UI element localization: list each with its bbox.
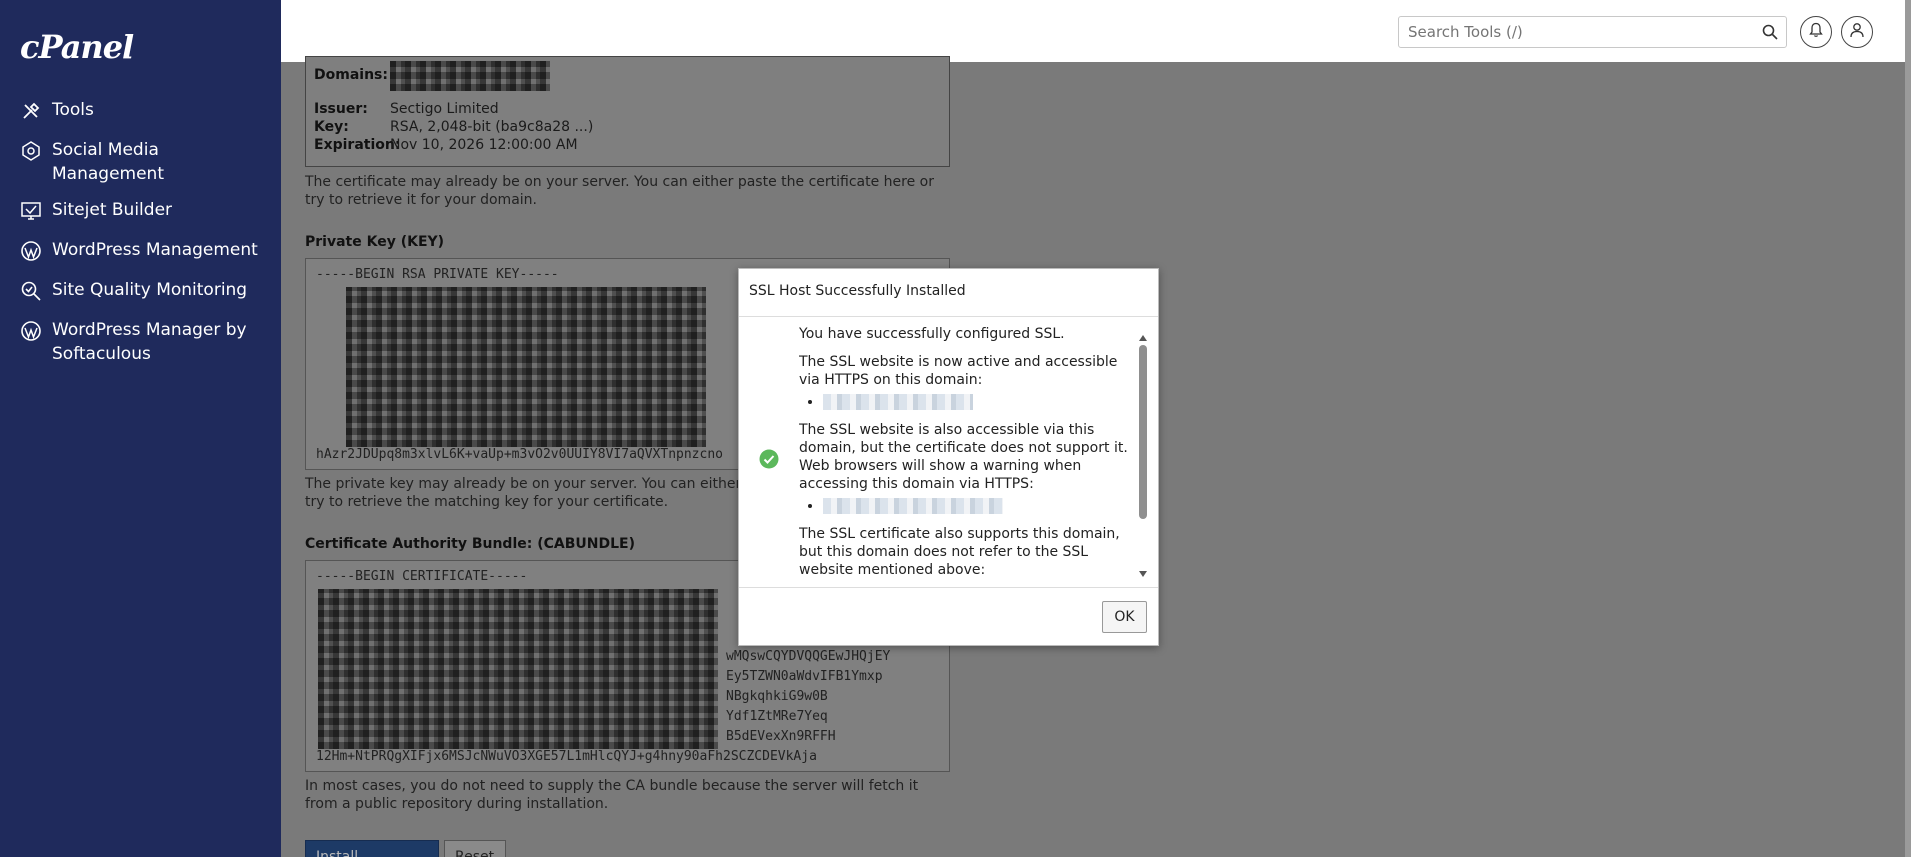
- ca-bundle-fragment: wMQswCQYDVQQGEwJHQjEY: [726, 649, 891, 664]
- sidebar-item-label: WordPress Management: [52, 240, 258, 260]
- site-quality-icon: [18, 278, 44, 304]
- cpanel-logo[interactable]: cPanel: [20, 28, 134, 66]
- ca-bundle-visible-line: 12Hm+NtPRQgXIFjx6MSJcNWuVO3XGE57L1mHlcQY…: [316, 749, 817, 764]
- success-check-icon: [759, 449, 779, 473]
- redacted-domains: [390, 61, 550, 91]
- divider: [739, 587, 1158, 588]
- redacted-domain: [823, 498, 1003, 514]
- ca-bundle-fragment: B5dEVexXn9RFFH: [726, 729, 836, 744]
- sidebar-item-label: Sitejet Builder: [52, 200, 173, 220]
- wordpress-icon: [18, 238, 44, 264]
- expiration-label: Expiration:: [314, 137, 401, 153]
- sidebar-item-social-media[interactable]: Social Media Management: [0, 132, 281, 192]
- search-icon[interactable]: [1762, 24, 1778, 44]
- bell-icon: [1809, 22, 1823, 42]
- issuer-label: Issuer:: [314, 101, 368, 117]
- redacted-domain-item: [823, 393, 1129, 411]
- sidebar-item-label: Social Media Management: [52, 140, 164, 184]
- redacted-domain-item: [823, 497, 1129, 515]
- certificate-help: The certificate may already be on your s…: [305, 174, 934, 208]
- message-other-domain: The SSL certificate also supports this d…: [799, 526, 1120, 578]
- user-menu-button[interactable]: [1841, 16, 1873, 48]
- notifications-button[interactable]: [1800, 16, 1832, 48]
- private-key-label: Private Key (KEY): [305, 234, 445, 250]
- ca-bundle-fragment: Ey5TZWN0aWdvIFB1Ymxp: [726, 669, 883, 684]
- ca-bundle-fragment: Ydf1ZtMRe7Yeq: [726, 709, 828, 724]
- wordpress-icon: [18, 318, 44, 344]
- expiration-value: Nov 10, 2026 12:00:00 AM: [390, 137, 578, 153]
- dialog-body: You have successfully configured SSL. Th…: [739, 317, 1158, 583]
- message-active-domain: The SSL website is now active and access…: [799, 354, 1118, 388]
- ssl-success-dialog: SSL Host Successfully Installed You have…: [738, 268, 1159, 646]
- redacted-private-key: [346, 287, 706, 447]
- user-icon: [1849, 22, 1865, 42]
- page-scrollbar[interactable]: [1905, 0, 1911, 857]
- sidebar-item-label: Site Quality Monitoring: [52, 280, 248, 300]
- ca-bundle-help: In most cases, you do not need to supply…: [305, 778, 919, 812]
- dialog-scroll-thumb[interactable]: [1139, 345, 1147, 519]
- ca-bundle-fragment: NBgkqhkiG9w0B: [726, 689, 828, 704]
- search-box: [1398, 16, 1787, 48]
- top-bar: [281, 0, 1905, 62]
- sidebar: cPanel Tools Social Media Management Sit…: [0, 0, 281, 857]
- social-media-icon: [18, 138, 44, 164]
- install-certificate-button[interactable]: Install Certificate: [305, 840, 439, 857]
- domains-label: Domains:: [314, 67, 388, 83]
- redacted-ca-bundle: [318, 589, 718, 749]
- search-input[interactable]: [1399, 17, 1739, 47]
- dialog-scrollbar[interactable]: [1137, 331, 1149, 577]
- scroll-down-icon[interactable]: [1138, 567, 1148, 583]
- sitejet-icon: [18, 198, 44, 224]
- dialog-message: You have successfully configured SSL. Th…: [799, 325, 1129, 580]
- dialog-title: SSL Host Successfully Installed: [749, 283, 966, 299]
- sidebar-item-wordpress-management[interactable]: WordPress Management: [0, 232, 281, 272]
- ca-bundle-label: Certificate Authority Bundle: (CABUNDLE): [305, 536, 635, 552]
- message-unsupported-domain: The SSL website is also accessible via t…: [799, 422, 1128, 492]
- redacted-domain: [823, 394, 973, 410]
- sidebar-item-sitejet[interactable]: Sitejet Builder: [0, 192, 281, 232]
- sidebar-nav: Tools Social Media Management Sitejet Bu…: [0, 92, 281, 372]
- sidebar-item-site-quality[interactable]: Site Quality Monitoring: [0, 272, 281, 312]
- key-label: Key:: [314, 119, 349, 135]
- private-key-visible-line: hAzr2JDUpq8m3xlvL6K+vaUp+m3vO2v0UUIY8VI7…: [316, 447, 723, 462]
- sidebar-item-label: Tools: [52, 100, 94, 120]
- sidebar-item-wordpress-softaculous[interactable]: WordPress Manager by Softaculous: [0, 312, 281, 372]
- reset-button[interactable]: Reset: [444, 840, 506, 857]
- sidebar-item-label: WordPress Manager by Softaculous: [52, 320, 247, 364]
- tools-icon: [18, 98, 44, 124]
- ok-button[interactable]: OK: [1102, 601, 1147, 633]
- certificate-details: Domains: Issuer: Sectigo Limited Key: RSA,…: [305, 56, 950, 167]
- issuer-value: Sectigo Limited: [390, 101, 499, 117]
- sidebar-item-tools[interactable]: Tools: [0, 92, 281, 132]
- message-success: You have successfully configured SSL.: [799, 326, 1065, 342]
- key-value: RSA, 2,048-bit (ba9c8a28 ...): [390, 119, 594, 135]
